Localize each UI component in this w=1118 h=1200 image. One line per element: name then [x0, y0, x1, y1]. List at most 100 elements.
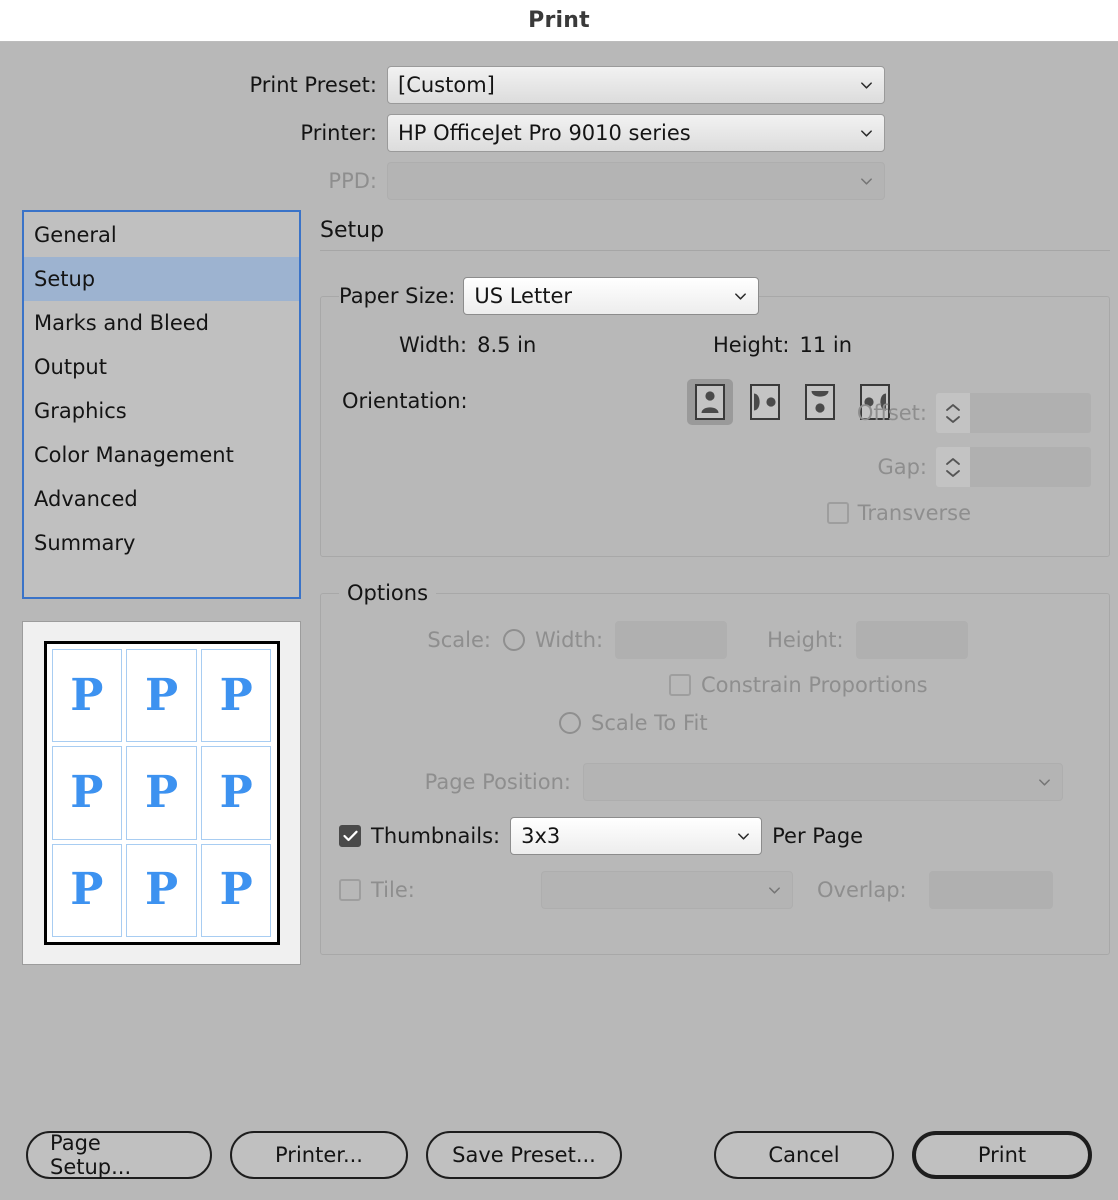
top-form: Print Preset: [Custom] Printer: HP Offic… — [0, 42, 1118, 200]
scale-height-input — [856, 621, 968, 659]
thumbnails-per-page-value: 3x3 — [521, 824, 560, 848]
scale-height-label: Height: — [767, 628, 844, 652]
sidebar-item-label: Setup — [34, 267, 95, 291]
sidebar-item-advanced[interactable]: Advanced — [24, 477, 299, 521]
tile-checkbox — [339, 879, 361, 901]
preview-thumbnail: P — [201, 746, 272, 839]
ppd-label: PPD: — [0, 169, 387, 193]
thumbnails-checkbox[interactable] — [339, 825, 361, 847]
width-label: Width: — [399, 333, 467, 357]
print-preset-select[interactable]: [Custom] — [387, 66, 885, 104]
printer-button[interactable]: Printer... — [230, 1131, 408, 1179]
sidebar-item-general[interactable]: General — [24, 213, 299, 257]
paper-height: Height: 11 in — [687, 333, 852, 357]
sidebar-item-marks-and-bleed[interactable]: Marks and Bleed — [24, 301, 299, 345]
chevron-down-icon — [859, 78, 874, 93]
chevron-up-icon — [945, 403, 961, 412]
options-group-legend: Options — [339, 581, 436, 605]
offset-stepper-buttons — [936, 393, 970, 433]
offset-input — [970, 393, 1091, 433]
page-position-select — [583, 763, 1063, 801]
cancel-button[interactable]: Cancel — [714, 1131, 894, 1179]
offset-gap-block: Offset: — [765, 393, 1091, 525]
preview-thumbnail: P — [201, 649, 272, 742]
transverse-checkbox — [827, 502, 849, 524]
preview-thumbnail: P — [126, 844, 197, 937]
panel-title: Setup — [320, 210, 1110, 250]
save-preset-button[interactable]: Save Preset... — [426, 1131, 622, 1179]
sidebar-item-label: Marks and Bleed — [34, 311, 209, 335]
options-group: Options Scale: Width: Height: Constrain … — [320, 581, 1110, 955]
ppd-select — [387, 162, 885, 200]
gap-label: Gap: — [877, 455, 927, 479]
preview-thumbnail: P — [52, 649, 123, 742]
chevron-up-icon — [945, 457, 961, 466]
preview-letter: P — [220, 771, 253, 815]
page-setup-button[interactable]: Page Setup... — [26, 1131, 212, 1179]
print-preview-panel: P P P P P P P P P — [22, 621, 301, 965]
thumbnails-per-page-select[interactable]: 3x3 — [510, 817, 762, 855]
printer-row: Printer: HP OfficeJet Pro 9010 series — [0, 114, 1118, 152]
sidebar-item-color-management[interactable]: Color Management — [24, 433, 299, 477]
constrain-proportions-row: Constrain Proportions — [339, 659, 1091, 697]
chevron-down-icon — [859, 174, 874, 189]
left-column: General Setup Marks and Bleed Output Gra… — [22, 210, 301, 979]
preview-thumbnail: P — [126, 746, 197, 839]
gap-row: Gap: — [765, 447, 1091, 487]
print-button[interactable]: Print — [912, 1131, 1092, 1179]
offset-stepper — [936, 393, 1091, 433]
sidebar-item-label: Summary — [34, 531, 135, 555]
chevron-down-icon — [859, 126, 874, 141]
chevron-down-icon — [736, 829, 751, 844]
scale-row: Scale: Width: Height: — [339, 605, 1091, 659]
paper-width: Width: 8.5 in — [339, 333, 687, 357]
preview-letter: P — [220, 674, 253, 718]
preview-thumbnail: P — [52, 746, 123, 839]
setup-group-body: Width: 8.5 in Height: 11 in Orientation: — [321, 315, 1109, 447]
sidebar-item-graphics[interactable]: Graphics — [24, 389, 299, 433]
transverse-row: Transverse — [765, 501, 1091, 525]
dialog-footer: Page Setup... Printer... Save Preset... … — [0, 1110, 1118, 1200]
sidebar-item-summary[interactable]: Summary — [24, 521, 299, 565]
preview-letter: P — [70, 674, 103, 718]
dialog-main: General Setup Marks and Bleed Output Gra… — [0, 210, 1118, 979]
print-preset-row: Print Preset: [Custom] — [0, 66, 1118, 104]
options-group-body: Scale: Width: Height: Constrain Proporti… — [321, 605, 1109, 931]
scale-radio — [503, 629, 525, 651]
printer-value: HP OfficeJet Pro 9010 series — [398, 121, 691, 145]
preview-thumbnail: P — [52, 844, 123, 937]
transverse-label: Transverse — [858, 501, 971, 525]
offset-label: Offset: — [857, 401, 927, 425]
scale-label: Scale: — [339, 628, 503, 652]
printer-select[interactable]: HP OfficeJet Pro 9010 series — [387, 114, 885, 152]
offset-row: Offset: — [765, 393, 1091, 433]
sidebar-item-label: Graphics — [34, 399, 127, 423]
preview-sheet: P P P P P P P P P — [44, 641, 280, 945]
scale-width-label: Width: — [535, 628, 603, 652]
dialog-titlebar: Print — [0, 0, 1118, 42]
tile-select — [541, 871, 793, 909]
preview-letter: P — [145, 771, 178, 815]
overlap-input — [929, 871, 1053, 909]
sidebar-item-output[interactable]: Output — [24, 345, 299, 389]
ppd-row: PPD: — [0, 162, 1118, 200]
chevron-down-icon — [767, 883, 782, 898]
paper-size-select[interactable]: US Letter — [463, 277, 759, 315]
check-icon — [343, 830, 358, 842]
width-value: 8.5 in — [477, 333, 536, 357]
constrain-proportions-label: Constrain Proportions — [701, 673, 928, 697]
gap-input — [970, 447, 1091, 487]
orientation-label-wrap: Orientation: — [339, 379, 687, 413]
preview-letter: P — [145, 868, 178, 912]
thumbnails-row: Thumbnails: 3x3 Per Page — [339, 801, 1091, 855]
scale-to-fit-radio — [559, 712, 581, 734]
page-position-row: Page Position: — [339, 735, 1091, 801]
page-position-label: Page Position: — [339, 770, 583, 794]
preview-letter: P — [70, 771, 103, 815]
tile-row: Tile: Overlap: — [339, 855, 1091, 909]
sidebar-item-setup[interactable]: Setup — [24, 257, 299, 301]
orientation-portrait-button[interactable] — [687, 379, 733, 425]
height-value: 11 in — [800, 333, 853, 357]
preview-thumbnail: P — [201, 844, 272, 937]
sidebar-item-label: Output — [34, 355, 107, 379]
